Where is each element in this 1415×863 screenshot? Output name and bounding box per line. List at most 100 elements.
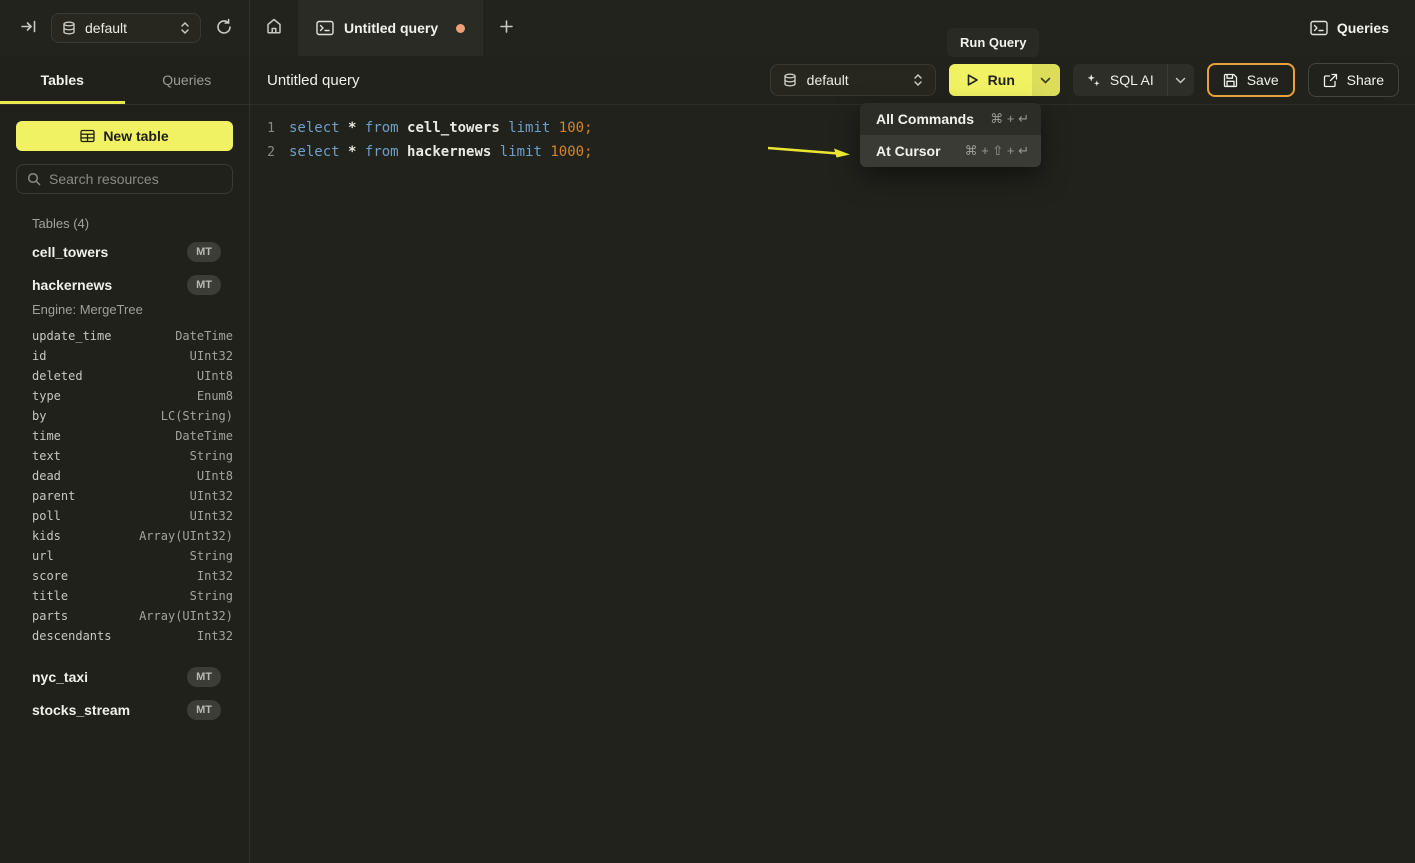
column-type: UInt32 [190,349,233,363]
column-row: deadUInt8 [0,466,249,486]
table-row[interactable]: hackernewsMT [0,268,249,301]
refresh-icon [215,18,233,39]
column-name: url [32,549,54,563]
run-dropdown-toggle[interactable] [1032,64,1060,96]
column-row: textString [0,446,249,466]
home-tab[interactable] [250,0,298,56]
sidebar-tab-queries[interactable]: Queries [125,56,250,104]
column-row: time DateTime [0,426,249,446]
run-query-tooltip: Run Query [947,28,1039,57]
sparkles-icon [1086,73,1101,88]
column-type: Int32 [197,569,233,583]
column-name: id [32,349,46,363]
column-type: LC(String) [161,409,233,423]
new-tab-icon [499,17,514,40]
toolbar-database-value: default [807,72,903,88]
table-engine-label: Engine: MergeTree [0,301,249,326]
code-token: cell_towers [407,120,500,136]
queries-button[interactable]: Queries [1310,20,1389,36]
new-tab-button[interactable] [483,0,529,56]
code-token: ; [584,144,592,160]
tabstrip: Untitled query [250,0,1310,56]
column-row: kidsArray(UInt32) [0,526,249,546]
menu-item-at-cursor[interactable]: At Cursor ⌘ + ⇧ + ↵ [860,135,1041,167]
table-row[interactable]: nyc_taxiMT [0,660,249,693]
collapse-sidebar-button[interactable] [20,18,37,38]
database-icon [62,21,76,36]
column-row: byLC(String) [0,406,249,426]
column-name: parts [32,609,68,623]
column-name: text [32,449,61,463]
code-token [340,144,348,160]
search-input[interactable] [49,171,222,187]
column-name: deleted [32,369,83,383]
table-grid-icon [80,129,95,143]
save-icon [1223,73,1238,88]
table-row[interactable]: cell_towersMT [0,235,249,268]
code-token [500,120,508,136]
code-token: 100 [559,120,584,136]
toolbar-database-select[interactable]: default [770,64,936,96]
menu-item-label: At Cursor [876,143,941,159]
sidebar: Tables Queries New table Tables (4) cell… [0,56,250,863]
menu-item-all-commands[interactable]: All Commands⌘ + ↵ [860,103,1041,135]
column-name: time [32,429,61,443]
column-name: update_time [32,329,111,343]
code-text: select * from hackernews limit 1000; [289,144,593,160]
page-title: Untitled query [267,72,360,89]
refresh-button[interactable] [215,18,233,39]
column-type: Int32 [197,629,233,643]
column-row: parentUInt32 [0,486,249,506]
engine-badge: MT [187,275,221,295]
new-table-button[interactable]: New table [16,121,233,151]
code-token [340,120,348,136]
share-button[interactable]: Share [1308,63,1399,97]
updown-chevron-icon [913,73,923,87]
column-row: partsArray(UInt32) [0,606,249,626]
column-type: DateTime [175,429,233,443]
tab-untitled-query[interactable]: Untitled query [298,0,483,56]
menu-item-label: All Commands [876,111,974,127]
engine-badge: MT [187,700,221,720]
topbar-database-select[interactable]: default [51,13,201,43]
sidebar-tabs: Tables Queries [0,56,249,105]
sql-editor[interactable]: 1 select * from cell_towers limit 100; 2 se… [250,105,1415,164]
tab-label: Untitled query [344,20,438,36]
share-icon [1323,73,1338,88]
search-box [16,164,233,194]
run-button[interactable]: Run [949,64,1060,96]
code-line[interactable]: 2 select * from hackernews limit 1000; [250,140,1415,164]
code-token: select [289,144,340,160]
sql-ai-dropdown-toggle[interactable] [1167,64,1194,96]
column-row: url String [0,546,249,566]
line-number: 2 [250,145,275,160]
table-row[interactable]: stocks_stream MT [0,693,249,726]
save-button[interactable]: Save [1207,63,1295,97]
tables-list: cell_towersMThackernewsMTEngine: MergeTr… [0,235,249,726]
table-name: cell_towers [32,244,108,260]
topbar-left: default [0,0,250,56]
topbar-right: Queries [1310,0,1415,56]
home-icon [265,17,283,40]
menu-item-shortcut: ⌘ + ⇧ + ↵ [965,143,1029,159]
code-token: limit [500,144,542,160]
table-name: stocks_stream [32,702,130,718]
column-name: title [32,589,68,603]
code-token [356,144,364,160]
column-type: String [190,549,233,563]
tables-section-label: Tables (4) [32,216,221,231]
code-line[interactable]: 1 select * from cell_towers limit 100; [250,116,1415,140]
sql-ai-main[interactable]: SQL AI [1073,64,1167,96]
save-button-label: Save [1247,72,1279,88]
column-row: update_timeDateTime [0,326,249,346]
code-text: select * from cell_towers limit 100; [289,120,593,136]
sql-ai-button[interactable]: SQL AI [1073,64,1194,96]
run-button-main[interactable]: Run [949,64,1032,96]
new-table-label: New table [103,128,168,144]
collapse-sidebar-icon [20,18,37,38]
sidebar-tab-tables[interactable]: Tables [0,56,125,104]
column-name: dead [32,469,61,483]
column-name: kids [32,529,61,543]
line-number: 1 [250,121,275,136]
column-row: descendantsInt32 [0,626,249,646]
